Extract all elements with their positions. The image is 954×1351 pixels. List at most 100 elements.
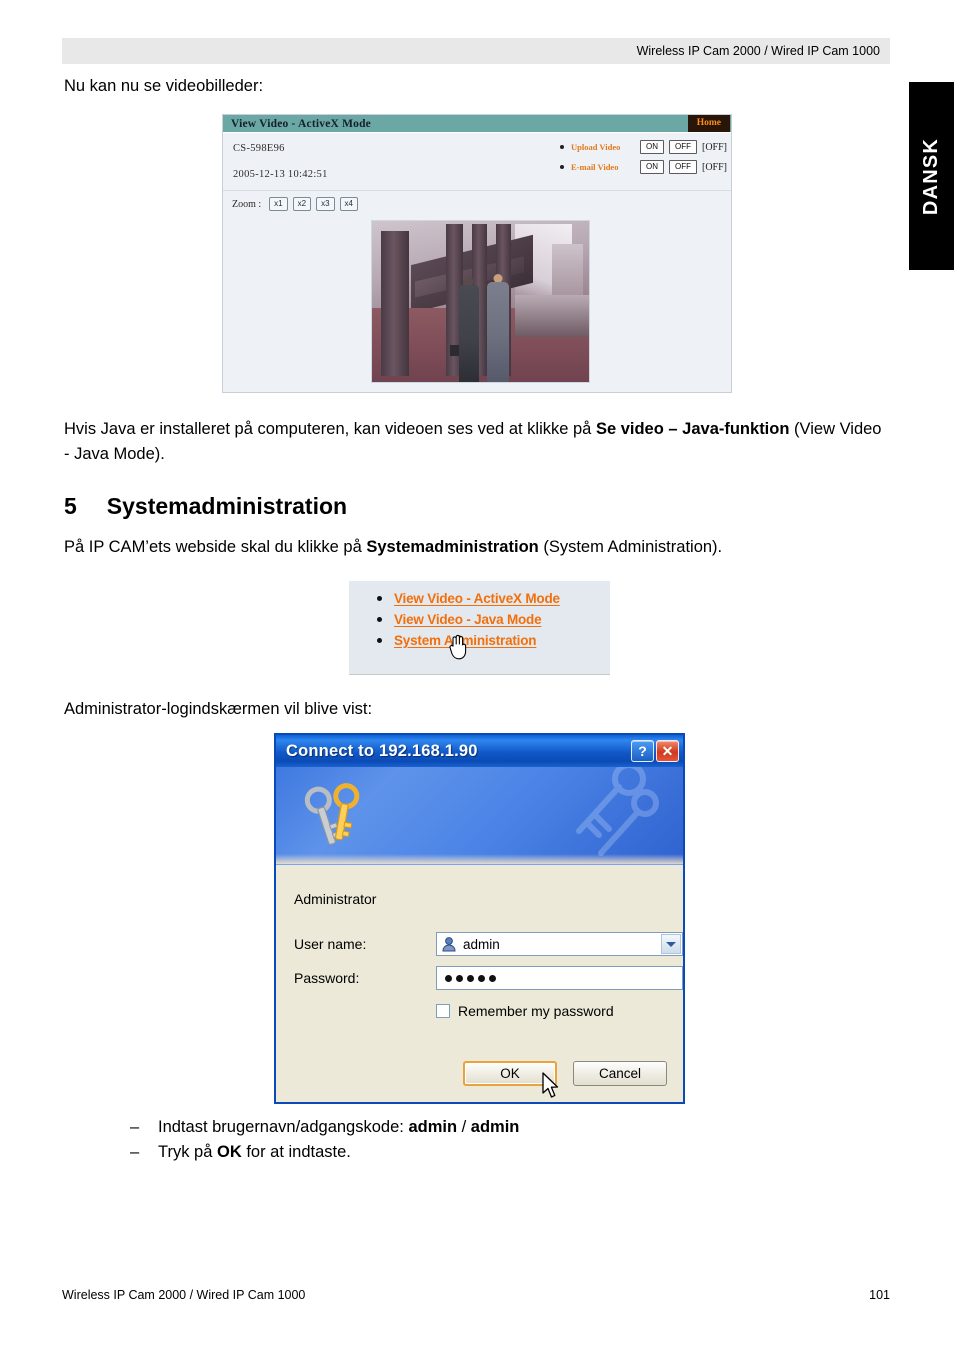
username-value: admin <box>463 936 500 952</box>
link-view-video-activex[interactable]: View Video - ActiveX Mode <box>394 591 560 606</box>
hand-cursor-icon <box>449 634 467 660</box>
help-button[interactable]: ? <box>631 740 654 762</box>
step-list: – Indtast brugernavn/adgangskode: admin … <box>130 1115 519 1165</box>
password-label: Password: <box>294 970 360 986</box>
step-confirm-text: Tryk på OK for at indtaste. <box>158 1140 351 1165</box>
home-button[interactable]: Home <box>687 115 730 132</box>
section-heading: 5 Systemadministration <box>64 493 347 520</box>
dialog-banner <box>276 767 683 865</box>
dialog-titlebar-buttons: ? ✕ <box>631 740 679 762</box>
zoom-label: Zoom : <box>232 198 262 210</box>
intro-paragraph: Nu kan nu se videobilleder: <box>64 74 664 99</box>
step-1-pre: Tryk på <box>158 1143 217 1161</box>
step-0-mid: / <box>457 1118 471 1136</box>
password-dot <box>456 974 463 982</box>
step-0-username: admin <box>408 1118 458 1136</box>
java-note-bold: Se video – Java-funktion <box>595 420 790 438</box>
zoom-x1-button[interactable]: x1 <box>269 197 288 211</box>
step-item-confirm: – Tryk på OK for at indtaste. <box>130 1140 519 1165</box>
menu-item-system-administration[interactable]: System Administration <box>377 633 560 648</box>
realm-label: Administrator <box>294 891 377 907</box>
password-dot <box>478 974 485 982</box>
sysadmin-paragraph: På IP CAM’ets webside skal du klikke på … <box>64 535 890 560</box>
step-1-ok: OK <box>216 1143 242 1161</box>
bullet-icon <box>377 617 382 622</box>
chevron-down-icon[interactable] <box>661 934 681 954</box>
photo-person-body <box>458 285 479 382</box>
step-1-post: for at indtaste. <box>241 1143 351 1161</box>
close-button[interactable]: ✕ <box>656 740 679 762</box>
password-dot <box>467 974 474 982</box>
bullet-icon <box>377 638 382 643</box>
photo-wall <box>515 295 589 337</box>
java-note-pre: Hvis Java er installeret på computeren, … <box>64 420 596 438</box>
camera-id: CS-598E96 <box>233 143 285 154</box>
video-timestamp: 2005-12-13 10:42:51 <box>233 169 328 180</box>
zoom-x4-button[interactable]: x4 <box>339 197 358 211</box>
cancel-button[interactable]: Cancel <box>573 1061 667 1086</box>
login-dialog-screenshot: Connect to 192.168.1.90 ? ✕ Administrato… <box>274 733 685 1104</box>
link-view-video-java[interactable]: View Video - Java Mode <box>394 612 542 627</box>
upload-video-row: Upload Video ON OFF [OFF] <box>559 140 727 154</box>
email-video-on-button[interactable]: ON <box>639 160 664 174</box>
upload-video-label: Upload Video <box>570 142 621 152</box>
intro-text: Nu kan nu se videobilleder: <box>64 77 264 95</box>
upload-video-state: [OFF] <box>701 141 727 153</box>
arrow-cursor-icon <box>542 1072 559 1098</box>
video-viewer-info: CS-598E96 2005-12-13 10:42:51 Upload Vid… <box>223 133 731 191</box>
video-viewer-screenshot: View Video - ActiveX Mode Home CS-598E96… <box>222 114 732 393</box>
remember-password-checkbox[interactable] <box>436 1004 450 1018</box>
username-label: User name: <box>294 936 367 952</box>
bullet-icon <box>559 165 564 169</box>
step-credentials-text: Indtast brugernavn/adgangskode: admin / … <box>158 1115 519 1140</box>
page-footer: Wireless IP Cam 2000 / Wired IP Cam 1000… <box>62 1288 890 1302</box>
side-tab-label: DANSK <box>920 137 942 215</box>
password-dot <box>445 974 452 982</box>
step-0-pre: Indtast brugernavn/adgangskode: <box>158 1118 409 1136</box>
email-video-label: E-mail Video <box>570 162 619 172</box>
login-intro-text: Administrator-logindskærmen vil blive vi… <box>64 700 373 718</box>
section-title: Systemadministration <box>106 493 348 519</box>
footer-page-number: 101 <box>869 1288 890 1302</box>
zoom-toolbar: Zoom : x1 x2 x3 x4 <box>223 191 731 217</box>
remember-password-row[interactable]: Remember my password <box>436 1003 614 1019</box>
dash-marker: – <box>130 1143 140 1161</box>
section-number: 5 <box>64 493 77 519</box>
zoom-x3-button[interactable]: x3 <box>316 197 335 211</box>
upload-video-off-button[interactable]: OFF <box>668 140 697 154</box>
page-header: Wireless IP Cam 2000 / Wired IP Cam 1000 <box>62 38 890 64</box>
password-dot <box>489 974 496 982</box>
video-action-controls: Upload Video ON OFF [OFF] E-mail Video O… <box>559 140 727 174</box>
menu-item-java[interactable]: View Video - Java Mode <box>377 612 560 627</box>
photo-person-right <box>487 274 509 382</box>
menu-item-activex[interactable]: View Video - ActiveX Mode <box>377 591 560 606</box>
java-mode-paragraph: Hvis Java er installeret på computeren, … <box>64 417 890 467</box>
upload-video-on-button[interactable]: ON <box>639 140 664 154</box>
photo-tower <box>552 243 583 297</box>
keys-watermark-icon <box>576 767 659 856</box>
video-viewer-title: View Video - ActiveX Mode <box>231 117 371 130</box>
bullet-icon <box>377 596 382 601</box>
photo-column <box>380 230 409 376</box>
step-item-credentials: – Indtast brugernavn/adgangskode: admin … <box>130 1115 519 1140</box>
username-field-row: User name: admin <box>294 932 683 956</box>
footer-product-name: Wireless IP Cam 2000 / Wired IP Cam 1000 <box>62 1288 306 1302</box>
password-input[interactable] <box>436 966 683 990</box>
language-side-tab: DANSK <box>909 82 954 270</box>
sysadmin-pre: På IP CAM’ets webside skal du klikke på <box>64 538 367 556</box>
email-video-off-button[interactable]: OFF <box>668 160 697 174</box>
password-field-row: Password: <box>294 966 683 990</box>
email-video-state: [OFF] <box>701 161 727 173</box>
live-video-image <box>371 220 590 383</box>
remember-password-label: Remember my password <box>458 1003 614 1019</box>
email-video-row: E-mail Video ON OFF [OFF] <box>559 160 727 174</box>
keys-icon <box>304 783 360 846</box>
menu-links-screenshot: View Video - ActiveX Mode View Video - J… <box>349 581 610 675</box>
dash-marker: – <box>130 1118 140 1136</box>
zoom-x2-button[interactable]: x2 <box>292 197 312 211</box>
sysadmin-post: (System Administration). <box>538 538 723 556</box>
dialog-titlebar: Connect to 192.168.1.90 ? ✕ <box>274 733 685 767</box>
dialog-title: Connect to 192.168.1.90 <box>286 741 478 760</box>
username-input[interactable]: admin <box>436 932 683 956</box>
video-viewer-titlebar: View Video - ActiveX Mode Home <box>223 115 731 133</box>
